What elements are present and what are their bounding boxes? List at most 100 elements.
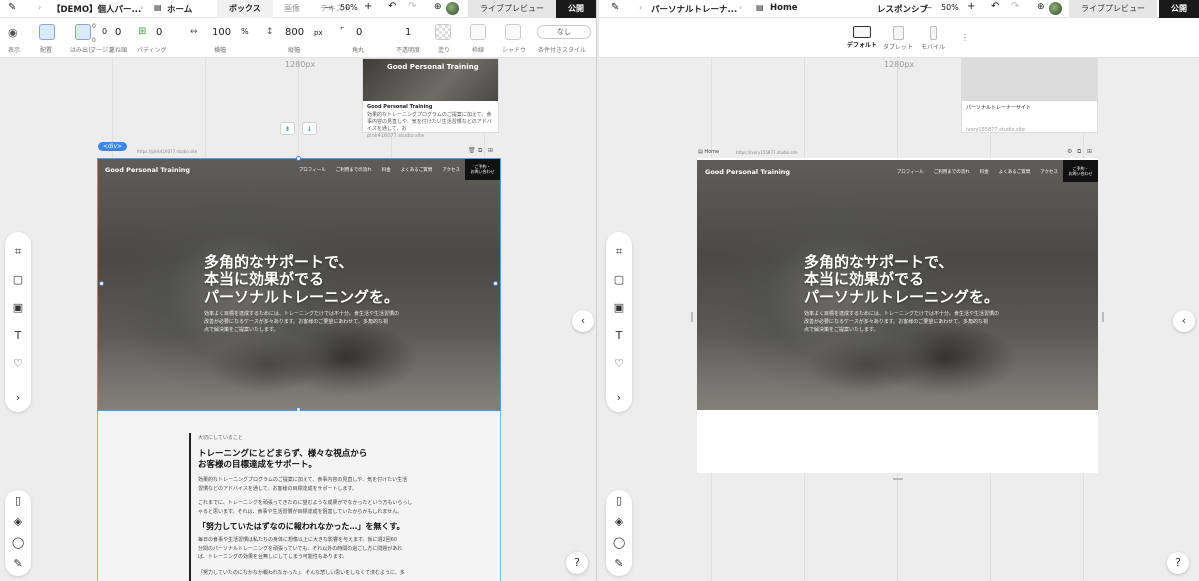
overflow-button[interactable] bbox=[75, 24, 91, 40]
nav-link-profile[interactable]: プロフィール bbox=[897, 169, 924, 175]
margin-side-value[interactable]: 0 bbox=[102, 27, 107, 36]
redo-icon[interactable]: ↷ bbox=[408, 1, 416, 12]
hero-logo[interactable]: Good Personal Training bbox=[705, 168, 790, 176]
border-button[interactable] bbox=[470, 24, 486, 40]
help-button[interactable]: ? bbox=[566, 552, 588, 574]
device-tab-default[interactable]: デフォルト bbox=[846, 26, 878, 49]
resize-handle-left[interactable] bbox=[99, 281, 104, 286]
image-icon[interactable]: ▣ bbox=[12, 302, 24, 314]
tab-image[interactable]: 画像 bbox=[284, 3, 300, 14]
hero-body[interactable]: 効率よく目標を達成するためには、トレーニングだけでは不十分。食生活や生活習慣の … bbox=[204, 310, 399, 334]
width-value[interactable]: 100 bbox=[212, 27, 231, 38]
page-label[interactable]: Home bbox=[770, 3, 798, 13]
redo-icon[interactable]: ↷ bbox=[1011, 1, 1019, 12]
box-icon[interactable]: ▢ bbox=[12, 274, 24, 286]
pages-icon[interactable]: ▯ bbox=[613, 495, 625, 507]
nav-link-price[interactable]: 料金 bbox=[980, 169, 989, 175]
zoom-out-icon[interactable]: — bbox=[325, 3, 333, 12]
chevron-right-icon[interactable]: › bbox=[613, 392, 625, 404]
device-tab-mobile[interactable]: モバイル bbox=[919, 26, 947, 51]
shadow-button[interactable] bbox=[505, 24, 521, 40]
undo-icon[interactable]: ↶ bbox=[991, 1, 999, 12]
edit-icon[interactable]: ✎ bbox=[613, 558, 625, 570]
resize-handle-bottom[interactable] bbox=[893, 478, 903, 480]
layers-icon[interactable]: ◈ bbox=[613, 516, 625, 528]
page-tab[interactable]: ▤ Home bbox=[698, 149, 719, 155]
image-icon[interactable]: ▣ bbox=[613, 302, 625, 314]
chevron-right-icon[interactable]: › bbox=[12, 392, 24, 404]
contact-button[interactable]: ご予約・ お問い合わせ bbox=[1063, 160, 1098, 182]
pages-icon[interactable]: ▯ bbox=[12, 495, 24, 507]
padding-value[interactable]: 0 bbox=[156, 27, 162, 38]
hero-headline[interactable]: 多角的なサポートで、 本当に効果がでる パーソナルトレーニングを。 bbox=[204, 253, 399, 306]
nav-link-profile[interactable]: プロフィール bbox=[299, 167, 326, 173]
help-button[interactable]: ? bbox=[1167, 552, 1189, 574]
move-down-button[interactable]: ↓ bbox=[302, 122, 317, 135]
collapse-panel-button[interactable]: ‹ bbox=[572, 310, 594, 332]
margin-bottom-value[interactable]: 0 bbox=[92, 37, 96, 44]
opacity-value[interactable]: 1 bbox=[405, 27, 411, 38]
nav-link-flow[interactable]: ご利用までの流れ bbox=[934, 169, 970, 175]
live-preview-button[interactable]: ライブプレビュー bbox=[1069, 0, 1157, 18]
nav-link-access[interactable]: アクセス bbox=[442, 167, 460, 173]
height-value[interactable]: 800 bbox=[285, 27, 304, 38]
pen-icon[interactable]: ✎ bbox=[8, 2, 16, 13]
publish-button[interactable]: 公開 bbox=[1159, 0, 1199, 18]
trash-icon[interactable]: 🗑 bbox=[468, 147, 476, 154]
device-tab-tablet[interactable]: タブレット bbox=[883, 26, 913, 51]
zoom-in-icon[interactable]: + bbox=[364, 1, 372, 12]
tab-box[interactable]: ボックス bbox=[217, 0, 273, 18]
add-section-icon[interactable]: ⊞ bbox=[1087, 148, 1092, 155]
heart-icon[interactable]: ♡ bbox=[12, 358, 24, 370]
nav-link-price[interactable]: 料金 bbox=[382, 167, 391, 173]
zoom-in-icon[interactable]: + bbox=[967, 1, 975, 12]
text-icon[interactable]: T bbox=[12, 330, 24, 342]
zoom-level[interactable]: 50% bbox=[340, 3, 358, 12]
hero-body[interactable]: 効率よく目標を達成するためには、トレーニングだけでは不十分。食生活や生活習慣の … bbox=[804, 310, 999, 334]
hero-headline[interactable]: 多角的なサポートで、 本当に効果がでる パーソナルトレーニングを。 bbox=[804, 253, 999, 306]
resize-handle-top[interactable] bbox=[296, 156, 301, 161]
page-label[interactable]: ホーム bbox=[167, 3, 192, 15]
pen-icon[interactable]: ✎ bbox=[611, 2, 619, 13]
comment-icon[interactable]: ◯ bbox=[12, 537, 24, 549]
box-icon[interactable]: ▢ bbox=[613, 274, 625, 286]
add-section-icon[interactable]: ⊞ bbox=[488, 147, 493, 154]
zoom-out-icon[interactable]: — bbox=[924, 3, 932, 12]
element-type-badge[interactable]: <div> bbox=[98, 142, 128, 151]
zoom-level[interactable]: 50% bbox=[941, 3, 959, 12]
heart-icon[interactable]: ♡ bbox=[613, 358, 625, 370]
comment-icon[interactable]: ◯ bbox=[613, 537, 625, 549]
contact-button[interactable]: ご予約・ お問い合わせ bbox=[465, 158, 500, 180]
width-unit[interactable]: % bbox=[241, 27, 249, 36]
live-preview-button[interactable]: ライブプレビュー bbox=[468, 0, 556, 18]
undo-icon[interactable]: ↶ bbox=[388, 1, 396, 12]
publish-button[interactable]: 公開 bbox=[556, 0, 596, 18]
resize-handle-right[interactable] bbox=[493, 281, 498, 286]
hero-logo[interactable]: Good Personal Training bbox=[105, 166, 190, 174]
page-title[interactable]: パーソナルトレーナ... bbox=[651, 3, 737, 15]
frame-icon[interactable]: ⌗ bbox=[613, 246, 625, 258]
zindex-value[interactable]: 0 bbox=[115, 27, 121, 38]
layers-icon[interactable]: ◈ bbox=[12, 516, 24, 528]
resize-handle-left[interactable] bbox=[691, 312, 693, 322]
nav-link-faq[interactable]: よくあるご質問 bbox=[401, 167, 433, 173]
eye-icon[interactable]: ◉ bbox=[8, 26, 18, 39]
margin-top-value[interactable]: 0 bbox=[92, 23, 96, 30]
conditional-style-select[interactable]: なし bbox=[537, 25, 591, 39]
add-icon[interactable]: ⊕ bbox=[434, 2, 442, 12]
avatar[interactable] bbox=[1049, 2, 1062, 15]
add-icon[interactable]: ⊕ bbox=[1037, 2, 1045, 12]
site-title[interactable]: 【DEMO】個人パー... bbox=[52, 3, 141, 15]
about-section[interactable]: 大切にしていること トレーニングにとどまらず、様々な視点から お客様の目標達成を… bbox=[97, 411, 501, 581]
more-icon[interactable]: ⋮ bbox=[961, 33, 969, 42]
text-icon[interactable]: T bbox=[613, 330, 625, 342]
hero-section[interactable]: Good Personal Training プロフィール ご利用までの流れ 料… bbox=[97, 158, 500, 410]
layout-button[interactable] bbox=[39, 24, 55, 40]
collapse-panel-button[interactable]: ‹ bbox=[1173, 310, 1195, 332]
align-button[interactable]: ⇟ bbox=[280, 122, 295, 135]
height-unit[interactable]: px bbox=[314, 29, 323, 37]
nav-link-faq[interactable]: よくあるご質問 bbox=[999, 169, 1031, 175]
settings-icon[interactable]: ⚙ bbox=[1067, 148, 1072, 155]
avatar[interactable] bbox=[446, 2, 459, 15]
hero-section[interactable]: Good Personal Training プロフィール ご利用までの流れ 料… bbox=[697, 160, 1098, 410]
